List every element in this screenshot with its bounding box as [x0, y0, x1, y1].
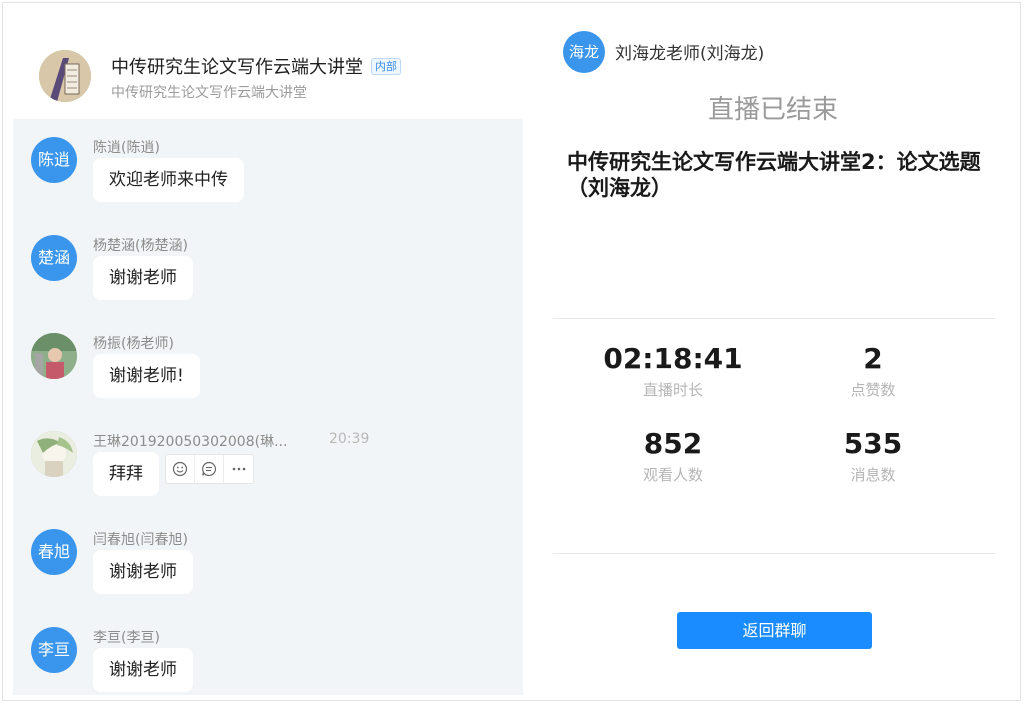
sender-name: 杨楚涵(杨楚涵) — [93, 238, 188, 254]
message-item: 春旭 闫春旭(闫春旭) 谢谢老师 — [13, 523, 523, 603]
back-to-group-button[interactable]: 返回群聊 — [677, 612, 872, 649]
stat-label: 观看人数 — [642, 466, 703, 484]
avatar[interactable] — [31, 333, 77, 379]
group-subtitle: 中传研究生论文写作云端大讲堂 — [111, 85, 307, 101]
divider — [553, 318, 995, 319]
message-item: 楚涵 杨楚涵(杨楚涵) 谢谢老师 — [13, 229, 523, 309]
message-item: 陈逍 陈逍(陈逍) 欢迎老师来中传 — [13, 131, 523, 211]
sender-name: 闫春旭(闫春旭) — [93, 532, 188, 548]
internal-badge: 内部 — [371, 58, 401, 75]
stat-likes: 2 点赞数 — [773, 342, 973, 400]
live-summary-panel: 海龙 刘海龙老师(刘海龙) 直播已结束 中传研究生论文写作云端大讲堂2：论文选题… — [533, 11, 1013, 695]
more-icon[interactable] — [224, 455, 253, 483]
window: 中传研究生论文写作云端大讲堂 内部 中传研究生论文写作云端大讲堂 陈逍 陈逍(陈逍… — [2, 2, 1021, 701]
stat-value: 852 — [643, 427, 703, 460]
message-bubble[interactable]: 谢谢老师 — [93, 256, 193, 300]
host-name: 刘海龙老师(刘海龙) — [615, 44, 765, 64]
chat-panel: 中传研究生论文写作云端大讲堂 内部 中传研究生论文写作云端大讲堂 陈逍 陈逍(陈逍… — [13, 11, 523, 695]
sender-name: 陈逍(陈逍) — [93, 140, 160, 156]
sender-name: 李亘(李亘) — [93, 630, 160, 646]
stat-value: 535 — [843, 427, 903, 460]
live-title: 中传研究生论文写作云端大讲堂2：论文选题（刘海龙） — [567, 150, 981, 200]
group-title: 中传研究生论文写作云端大讲堂 内部 — [111, 53, 401, 79]
avatar[interactable]: 春旭 — [31, 529, 77, 575]
emoji-icon[interactable] — [166, 455, 195, 483]
avatar[interactable]: 陈逍 — [31, 137, 77, 183]
sender-name: 王琳201920050302008(琳... — [93, 434, 288, 450]
stat-duration: 02:18:41 直播时长 — [573, 342, 773, 400]
message-list[interactable]: 陈逍 陈逍(陈逍) 欢迎老师来中传 楚涵 杨楚涵(杨楚涵) 谢谢老师 杨振(杨老… — [13, 119, 523, 695]
group-header: 中传研究生论文写作云端大讲堂 内部 中传研究生论文写作云端大讲堂 — [13, 11, 523, 119]
sender-name: 杨振(杨老师) — [93, 336, 174, 352]
avatar[interactable]: 楚涵 — [31, 235, 77, 281]
avatar[interactable]: 李亘 — [31, 627, 77, 673]
message-item: 李亘 李亘(李亘) 谢谢老师 — [13, 621, 523, 695]
message-bubble[interactable]: 谢谢老师 — [93, 648, 193, 692]
group-avatar[interactable] — [39, 50, 91, 102]
stat-label: 消息数 — [850, 466, 896, 484]
host-avatar[interactable]: 海龙 — [563, 31, 605, 73]
divider — [553, 553, 995, 554]
message-bubble[interactable]: 谢谢老师 — [93, 550, 193, 594]
message-actions — [165, 454, 254, 484]
message-bubble[interactable]: 谢谢老师! — [93, 354, 200, 398]
stat-messages: 535 消息数 — [773, 427, 973, 485]
stat-value: 02:18:41 — [603, 342, 743, 375]
stat-viewers: 852 观看人数 — [573, 427, 773, 485]
message-time: 20:39 — [329, 431, 370, 447]
reply-icon[interactable] — [195, 455, 224, 483]
avatar[interactable] — [31, 431, 77, 477]
message-item: 杨振(杨老师) 谢谢老师! — [13, 327, 523, 407]
message-bubble[interactable]: 欢迎老师来中传 — [93, 158, 244, 202]
stat-value: 2 — [863, 342, 883, 375]
stat-label: 点赞数 — [850, 381, 896, 399]
message-item: 王琳201920050302008(琳... 20:39 拜拜 — [13, 425, 523, 505]
stat-label: 直播时长 — [642, 381, 703, 399]
message-bubble[interactable]: 拜拜 — [93, 452, 159, 496]
live-status: 直播已结束 — [707, 95, 838, 125]
